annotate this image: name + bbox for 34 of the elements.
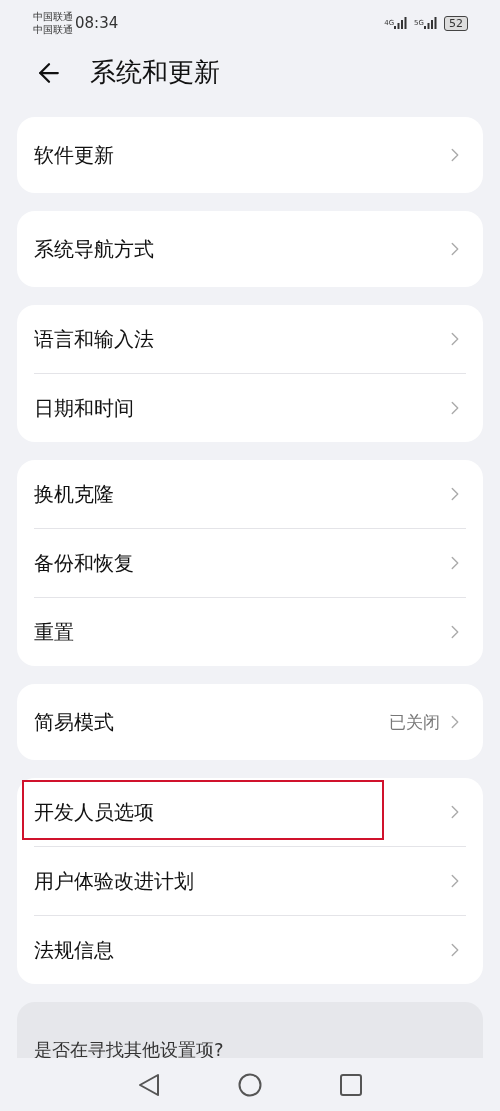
- settings-row[interactable]: 日期和时间: [34, 373, 466, 442]
- settings-row[interactable]: 备份和恢复: [34, 528, 466, 597]
- settings-row[interactable]: 软件更新: [34, 117, 466, 193]
- page-title: 系统和更新: [90, 56, 220, 89]
- setting-label: 用户体验改进计划: [34, 867, 195, 895]
- setting-label: 软件更新: [34, 141, 115, 169]
- battery-level: 52: [444, 15, 468, 31]
- signal-icon: [424, 16, 438, 30]
- settings-row[interactable]: 系统导航方式: [34, 211, 466, 287]
- settings-row[interactable]: 法规信息: [34, 915, 466, 984]
- signal-icon: [394, 16, 409, 30]
- back-nav-button[interactable]: [138, 1072, 160, 1097]
- setting-label: 重置: [34, 618, 75, 646]
- carrier-name: 中国联通: [33, 10, 73, 23]
- setting-label: 法规信息: [34, 936, 115, 964]
- setting-label: 开发人员选项: [34, 798, 155, 826]
- setting-label: 备份和恢复: [34, 549, 135, 577]
- settings-row[interactable]: 重置: [34, 597, 466, 666]
- setting-label: 系统导航方式: [34, 235, 155, 263]
- settings-row[interactable]: 用户体验改进计划: [34, 846, 466, 915]
- hint-text: 是否在寻找其他设置项?: [34, 1039, 224, 1058]
- settings-row[interactable]: 换机克隆: [34, 460, 466, 528]
- setting-label: 语言和输入法: [34, 325, 155, 353]
- carrier-name: 中国联通: [33, 23, 73, 36]
- settings-row[interactable]: 开发人员选项: [34, 778, 466, 846]
- setting-label: 简易模式: [34, 708, 115, 736]
- setting-label: 日期和时间: [34, 394, 135, 422]
- clock-time: 08:34: [75, 14, 119, 32]
- settings-row[interactable]: 简易模式 已关闭: [34, 684, 466, 760]
- setting-label: 换机克隆: [34, 480, 115, 508]
- home-nav-button[interactable]: [238, 1072, 262, 1097]
- settings-row[interactable]: 语言和输入法: [34, 305, 466, 373]
- recents-nav-button[interactable]: [340, 1073, 362, 1096]
- setting-value: 已关闭: [389, 710, 440, 734]
